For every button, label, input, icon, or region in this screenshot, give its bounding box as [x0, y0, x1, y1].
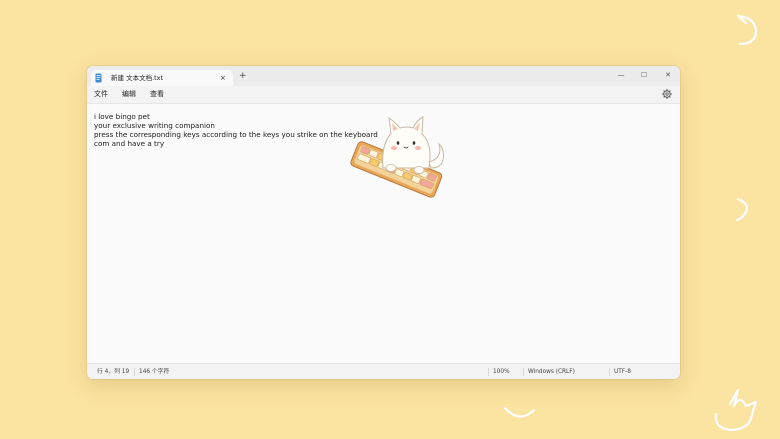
- status-divider: [134, 368, 135, 376]
- maximize-button[interactable]: ☐: [634, 69, 654, 81]
- menu-file[interactable]: 文件: [94, 89, 108, 99]
- zoom-level[interactable]: 100%: [493, 368, 510, 377]
- text-line-2: your exclusive writing companion: [94, 121, 215, 130]
- doodle-smile-bottom: [500, 402, 540, 424]
- minimize-button[interactable]: —: [611, 69, 631, 81]
- text-line-1: i love bingo pet: [94, 112, 150, 121]
- status-bar: 行 4，列 19 146 个字符 100% Windows (CRLF) UTF…: [87, 363, 680, 379]
- menu-bar: 文件 编辑 查看: [87, 86, 680, 102]
- notepad-window: 新建 文本文档.txt × + — ☐ ✕ 文件 编辑 查看 i love bi…: [87, 66, 680, 379]
- tab-title: 新建 文本文档.txt: [111, 73, 163, 83]
- text-editor[interactable]: i love bingo pet your exclusive writing …: [87, 103, 680, 364]
- tab-document[interactable]: 新建 文本文档.txt ×: [91, 70, 233, 86]
- line-ending[interactable]: Windows (CRLF): [528, 368, 575, 377]
- status-divider: [523, 368, 524, 376]
- tab-close-button[interactable]: ×: [220, 73, 226, 83]
- doodle-arc-right: [734, 196, 754, 226]
- close-button[interactable]: ✕: [658, 69, 678, 81]
- cat-keyboard-pet-sticker: [345, 110, 451, 202]
- cursor-position: 行 4，列 19: [97, 368, 129, 377]
- new-tab-button[interactable]: +: [239, 71, 247, 81]
- title-bar: 新建 文本文档.txt × + — ☐ ✕: [87, 66, 680, 86]
- encoding[interactable]: UTF-8: [614, 368, 631, 377]
- text-line-3: press the corresponding keys according t…: [94, 130, 378, 139]
- doodle-cat-bottom-right: [710, 384, 760, 434]
- status-divider: [609, 368, 610, 376]
- notepad-app-icon: [95, 73, 102, 83]
- text-line-4: com and have a try: [94, 139, 164, 148]
- character-count: 146 个字符: [139, 368, 169, 377]
- settings-gear-icon[interactable]: [662, 89, 672, 99]
- doodle-swirl-top-right: [728, 10, 764, 50]
- menu-view[interactable]: 查看: [150, 89, 164, 99]
- status-divider: [488, 368, 489, 376]
- menu-edit[interactable]: 编辑: [122, 89, 136, 99]
